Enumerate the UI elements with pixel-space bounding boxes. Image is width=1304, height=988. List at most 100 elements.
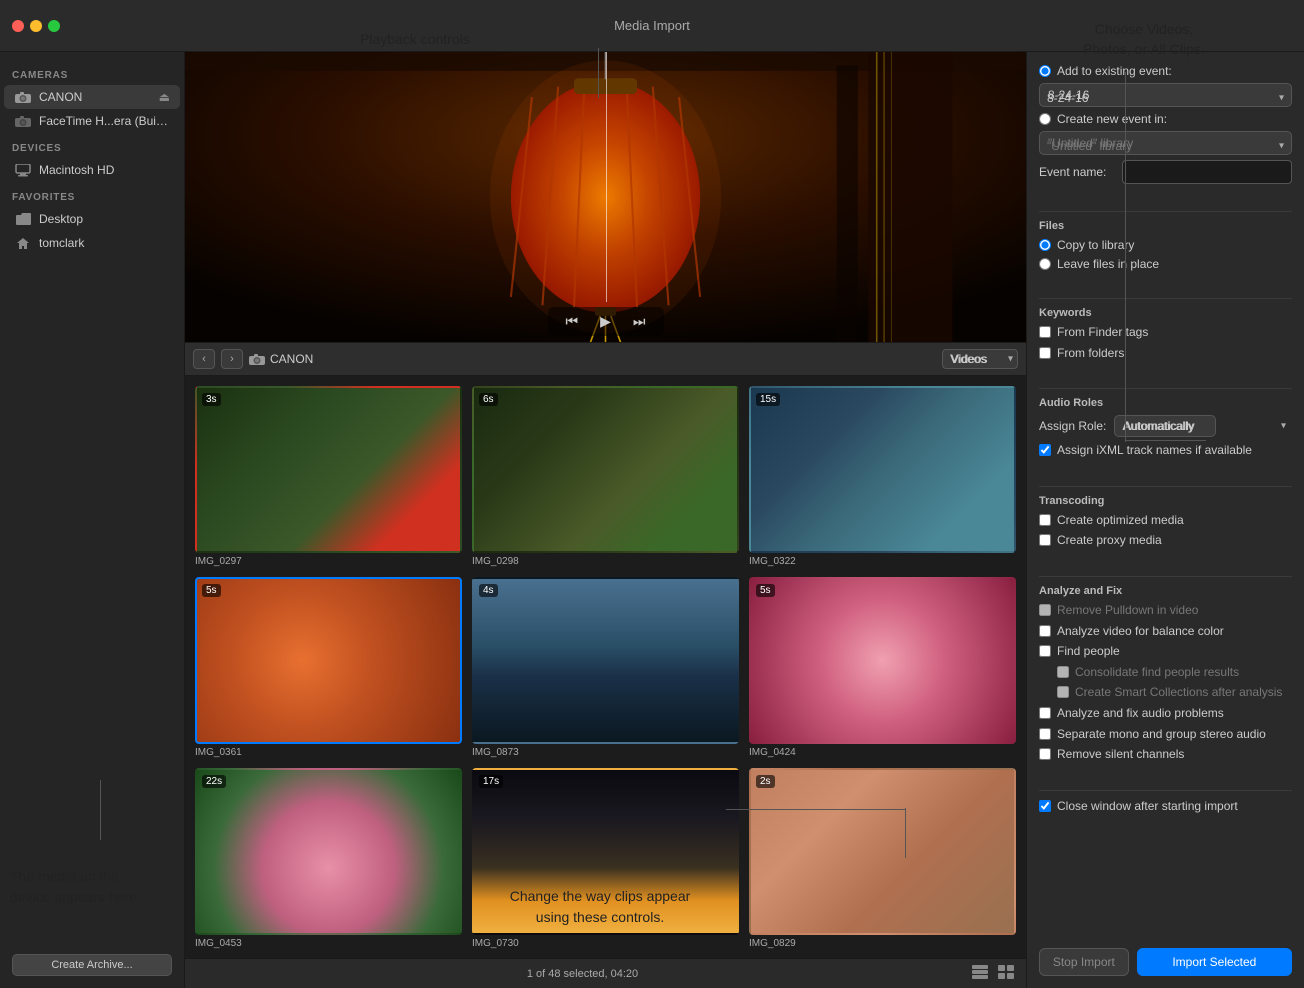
- consolidate-checkbox[interactable]: [1057, 666, 1069, 678]
- clip-duration-0361: 5s: [202, 584, 221, 597]
- clip-name-0297: IMG_0297: [195, 556, 462, 567]
- files-title: Files: [1039, 220, 1292, 232]
- assign-role-container[interactable]: Automatically Dialogue Music Effects Aut…: [1114, 415, 1292, 437]
- create-proxy-label: Create proxy media: [1057, 533, 1162, 549]
- import-selected-button[interactable]: Import Selected: [1137, 948, 1292, 976]
- divider-4: [1039, 486, 1292, 487]
- sidebar-item-tomclark[interactable]: tomclark: [4, 231, 180, 255]
- clip-item-0730[interactable]: 17sIMG_0730: [472, 768, 739, 949]
- remove-silent-checkbox[interactable]: [1039, 748, 1051, 760]
- create-smart-checkbox[interactable]: [1057, 686, 1069, 698]
- skip-forward-button[interactable]: ⏭: [629, 311, 650, 332]
- cameras-header: CAMERAS: [0, 60, 184, 85]
- sidebar-item-canon[interactable]: CANON ⏏: [4, 85, 180, 109]
- videos-dropdown-wrapper[interactable]: VideosPhotosAll Clips Videos: [942, 349, 1018, 369]
- leave-files-radio[interactable]: [1039, 258, 1051, 270]
- remove-silent-row: Remove silent channels: [1039, 747, 1292, 763]
- remove-silent-label: Remove silent channels: [1057, 747, 1184, 763]
- analyze-audio-checkbox[interactable]: [1039, 707, 1051, 719]
- clip-name-0298: IMG_0298: [472, 556, 739, 567]
- clip-thumb-0297[interactable]: 3s: [195, 386, 462, 553]
- clip-item-0361[interactable]: 5sIMG_0361: [195, 577, 462, 758]
- analyze-fix-title: Analyze and Fix: [1039, 585, 1292, 597]
- clip-item-0453[interactable]: 22s IMG_0453: [195, 768, 462, 949]
- clip-item-0829[interactable]: 2sIMG_0829: [749, 768, 1016, 949]
- minimize-button[interactable]: [30, 20, 42, 32]
- assign-ixml-row: Assign iXML track names if available: [1039, 443, 1292, 459]
- facetime-label: FaceTime H...era (Built-in): [39, 114, 170, 128]
- desktop-label: Desktop: [39, 212, 170, 226]
- assign-role-row: Assign Role: Automatically Dialogue Musi…: [1039, 415, 1292, 437]
- close-button[interactable]: [12, 20, 24, 32]
- create-proxy-row: Create proxy media: [1039, 533, 1292, 549]
- playback-controls: ⏮ ▶ ⏭: [548, 307, 664, 336]
- clip-thumb-0730[interactable]: 17s: [472, 768, 739, 935]
- remove-pulldown-row: Remove Pulldown in video: [1039, 603, 1292, 619]
- eject-icon[interactable]: ⏏: [159, 90, 170, 104]
- existing-event-dropdown[interactable]: 8-24-16: [1039, 83, 1292, 107]
- create-new-event-radio[interactable]: [1039, 113, 1051, 125]
- remove-pulldown-checkbox[interactable]: [1039, 604, 1051, 616]
- clip-name-0453: IMG_0453: [195, 938, 462, 949]
- videos-dropdown[interactable]: VideosPhotosAll Clips: [942, 349, 1018, 369]
- maximize-button[interactable]: [48, 20, 60, 32]
- back-button[interactable]: ‹: [193, 349, 215, 369]
- analyze-audio-row: Analyze and fix audio problems: [1039, 706, 1292, 722]
- forward-button[interactable]: ›: [221, 349, 243, 369]
- clip-name-0322: IMG_0322: [749, 556, 1016, 567]
- sidebar-item-facetime[interactable]: FaceTime H...era (Built-in): [4, 109, 180, 133]
- event-name-input[interactable]: [1122, 160, 1292, 184]
- existing-event-dropdown-container[interactable]: 8-24-16 8-24-16: [1039, 83, 1292, 112]
- titlebar: Media Import: [0, 0, 1304, 52]
- from-finder-checkbox[interactable]: [1039, 326, 1051, 338]
- copy-to-library-row: Copy to library: [1039, 238, 1292, 252]
- clip-thumb-0361[interactable]: 5s: [195, 577, 462, 744]
- window-title: Media Import: [614, 18, 690, 33]
- new-event-dropdown-container[interactable]: "Untitled" library "Untitled" library: [1039, 131, 1292, 160]
- clip-grid: 3s IMG_0297 6s IMG_0298 15s IMG_0322 5sIMG_036…: [185, 376, 1026, 958]
- clip-thumb-0829[interactable]: 2s: [749, 768, 1016, 935]
- clip-item-0322[interactable]: 15s IMG_0322: [749, 386, 1016, 567]
- divider-5: [1039, 576, 1292, 577]
- status-bar: 1 of 48 selected, 04:20: [185, 958, 1026, 988]
- clip-thumb-0453[interactable]: 22s: [195, 768, 462, 935]
- add-to-existing-row: Add to existing event:: [1039, 64, 1292, 78]
- sidebar-item-desktop[interactable]: Desktop: [4, 207, 180, 231]
- clip-thumb-0424[interactable]: 5s: [749, 577, 1016, 744]
- browser-toolbar: ‹ › CANON VideosPhotosAll Clips Videos: [185, 342, 1026, 376]
- clip-thumb-0298[interactable]: 6s: [472, 386, 739, 553]
- skip-back-button[interactable]: ⏮: [562, 311, 583, 332]
- clip-item-0297[interactable]: 3s IMG_0297: [195, 386, 462, 567]
- consolidate-row: Consolidate find people results: [1039, 665, 1292, 681]
- stop-import-button[interactable]: Stop Import: [1039, 948, 1129, 976]
- assign-ixml-checkbox[interactable]: [1039, 444, 1051, 456]
- clip-duration-0322: 15s: [756, 393, 780, 406]
- divider-3: [1039, 388, 1292, 389]
- sidebar-item-macintosh[interactable]: Macintosh HD: [4, 158, 180, 182]
- remove-pulldown-label: Remove Pulldown in video: [1057, 603, 1198, 619]
- add-to-existing-radio[interactable]: [1039, 65, 1051, 77]
- separate-mono-checkbox[interactable]: [1039, 728, 1051, 740]
- assign-role-dropdown[interactable]: Automatically Dialogue Music Effects: [1114, 415, 1216, 437]
- analyze-balance-checkbox[interactable]: [1039, 625, 1051, 637]
- clip-item-0424[interactable]: 5sIMG_0424: [749, 577, 1016, 758]
- preview-image: [185, 52, 1026, 342]
- create-proxy-checkbox[interactable]: [1039, 534, 1051, 546]
- clip-thumb-0873[interactable]: 4s: [472, 577, 739, 744]
- keywords-title: Keywords: [1039, 307, 1292, 319]
- close-window-checkbox[interactable]: [1039, 800, 1051, 812]
- create-archive-button[interactable]: Create Archive...: [12, 954, 172, 976]
- add-to-existing-label: Add to existing event:: [1057, 64, 1172, 78]
- new-event-dropdown[interactable]: "Untitled" library: [1039, 131, 1292, 155]
- play-pause-button[interactable]: ▶: [596, 311, 615, 332]
- list-view-button[interactable]: [970, 963, 990, 984]
- clip-item-0298[interactable]: 6s IMG_0298: [472, 386, 739, 567]
- copy-to-library-radio[interactable]: [1039, 239, 1051, 251]
- create-optimized-checkbox[interactable]: [1039, 514, 1051, 526]
- find-people-checkbox[interactable]: [1039, 645, 1051, 657]
- from-folders-checkbox[interactable]: [1039, 347, 1051, 359]
- monitor-icon: [14, 164, 32, 176]
- grid-view-button[interactable]: [996, 963, 1016, 984]
- clip-item-0873[interactable]: 4sIMG_0873: [472, 577, 739, 758]
- clip-thumb-0322[interactable]: 15s: [749, 386, 1016, 553]
